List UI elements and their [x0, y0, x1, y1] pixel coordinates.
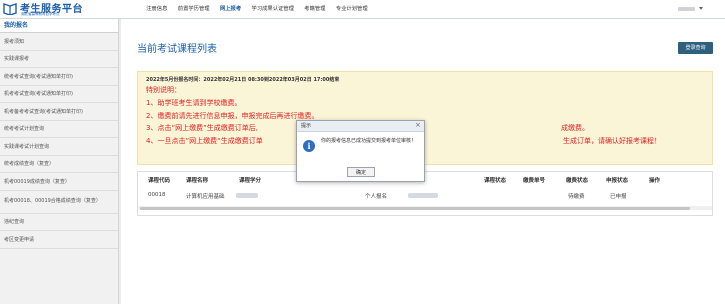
logo-subtitle: 湖北省高等教育自学考试 — [21, 12, 60, 16]
sidebar-title: 我的报名 — [0, 19, 118, 33]
column-header: 课程学分 — [239, 178, 262, 184]
nav-register-info[interactable]: 注册信息 — [141, 0, 173, 18]
column-header: 缴费单号 — [523, 178, 546, 184]
close-icon[interactable]: × — [415, 121, 421, 130]
column-header: 缴费状态 — [566, 178, 589, 184]
course-table: 课程代码 课程名称 课程学分 课程状态 缴费单号 缴费状态 申报状态 操作 00… — [137, 171, 713, 216]
nav-prior-education[interactable]: 前置学历管理 — [173, 0, 215, 18]
main-nav: 注册信息 前置学历管理 网上报考 学习成果认证管理 考籍管理 专业计划管理 — [141, 0, 373, 18]
registration-type: 个人报名 — [365, 194, 388, 200]
notice-line: 2、缴费前请先进行信息申报，申报完成后再进行缴费。 — [146, 112, 319, 120]
horizontal-scrollbar[interactable] — [138, 206, 712, 210]
login-query-button[interactable]: 登录查询 — [678, 42, 713, 54]
sidebar-item-unified-plan[interactable]: 统考考试计划查询 — [0, 121, 118, 138]
redacted-value — [408, 193, 438, 198]
column-header: 操作 — [649, 178, 661, 184]
sidebar-item-practice-course[interactable]: 实践课报考 — [0, 51, 118, 68]
sidebar-item-00018-00019-score[interactable]: 机考00018、00019合格成绩查询（复查） — [0, 191, 118, 214]
sidebar-item-notice[interactable]: 报考须知 — [0, 33, 118, 51]
sidebar: 我的报名 报考须知 实践课报考 统考考试查询(考试通知单打印) 机考考试查询(考… — [0, 19, 119, 304]
notice-line-tail: 生成订单，请确认好报考课程！ — [563, 137, 661, 145]
top-bar: 考生服务平台 湖北省高等教育自学考试 注册信息 前置学历管理 网上报考 学习成果… — [0, 0, 725, 19]
nav-learning-credit[interactable]: 学习成果认证管理 — [246, 0, 299, 18]
sidebar-item-computer-exam-query[interactable]: 机考考试查询(考试通知单打印) — [0, 86, 118, 103]
notice-line-tail: 成缴费。 — [561, 124, 589, 132]
notice-line: 4、一旦点击”网上缴费“生成缴费订单 — [146, 137, 263, 145]
ok-button[interactable]: 确定 — [347, 167, 375, 177]
column-header: 课程代码 — [148, 178, 171, 184]
notice-panel: 2022年5月份报名时间：2022年02月21日 08:30到2022年03月0… — [137, 71, 713, 165]
dialog-title: 提示 — [301, 123, 312, 129]
logo[interactable]: 考生服务平台 湖北省高等教育自学考试 — [3, 1, 103, 17]
nav-major-plan[interactable]: 专业计划管理 — [331, 0, 373, 18]
notice-line: 1、助学班考生请到学校缴费。 — [146, 99, 242, 107]
column-header: 课程状态 — [484, 178, 507, 184]
book-logo-icon — [3, 3, 17, 15]
user-name-redacted[interactable] — [678, 7, 695, 11]
page-title: 当前考试课程列表 — [137, 44, 217, 55]
redacted-value — [236, 193, 258, 198]
dialog-title-bar[interactable]: 提示 × — [297, 121, 424, 132]
column-header: 课程名称 — [186, 178, 209, 184]
notice-line: 3、点击“网上缴费”生成缴费订单后, — [146, 124, 258, 132]
sidebar-item-unified-score[interactable]: 统考成绩查询（复查） — [0, 156, 118, 173]
alert-dialog: 提示 × i 你的报考信息已成功提交到报考单位审核！ 确定 — [296, 120, 425, 182]
nav-online-registration[interactable]: 网上报考 — [215, 0, 247, 18]
declare-status: 已申报 — [610, 194, 627, 200]
sidebar-item-00019-score[interactable]: 机考00019成绩查询（复查） — [0, 173, 118, 191]
notice-heading: 特别说明： — [146, 86, 181, 94]
sidebar-item-backup-exam-query[interactable]: 机考备考考试查询(考试通知单打印) — [0, 103, 118, 121]
payment-status: 待缴费 — [568, 194, 585, 200]
nav-student-records[interactable]: 考籍管理 — [299, 0, 331, 18]
dialog-message: 你的报考信息已成功提交到报考单位审核！ — [321, 138, 417, 144]
sidebar-item-practice-plan[interactable]: 实践课考试计划查询 — [0, 138, 118, 156]
user-menu-caret-icon[interactable] — [699, 7, 703, 10]
course-code: 00018 — [148, 192, 166, 198]
scrollbar-thumb[interactable] — [140, 206, 690, 210]
column-header: 申报状态 — [606, 178, 629, 184]
course-name: 计算机应用基础 — [186, 194, 225, 200]
sidebar-item-region-change[interactable]: 考区变更申请 — [0, 231, 118, 249]
info-icon: i — [303, 140, 315, 152]
sidebar-item-violation[interactable]: 违纪查询 — [0, 214, 118, 231]
registration-time: 2022年5月份报名时间：2022年02月21日 08:30到2022年03月0… — [146, 77, 340, 83]
sidebar-item-unified-exam-query[interactable]: 统考考试查询(考试通知单打印) — [0, 68, 118, 86]
